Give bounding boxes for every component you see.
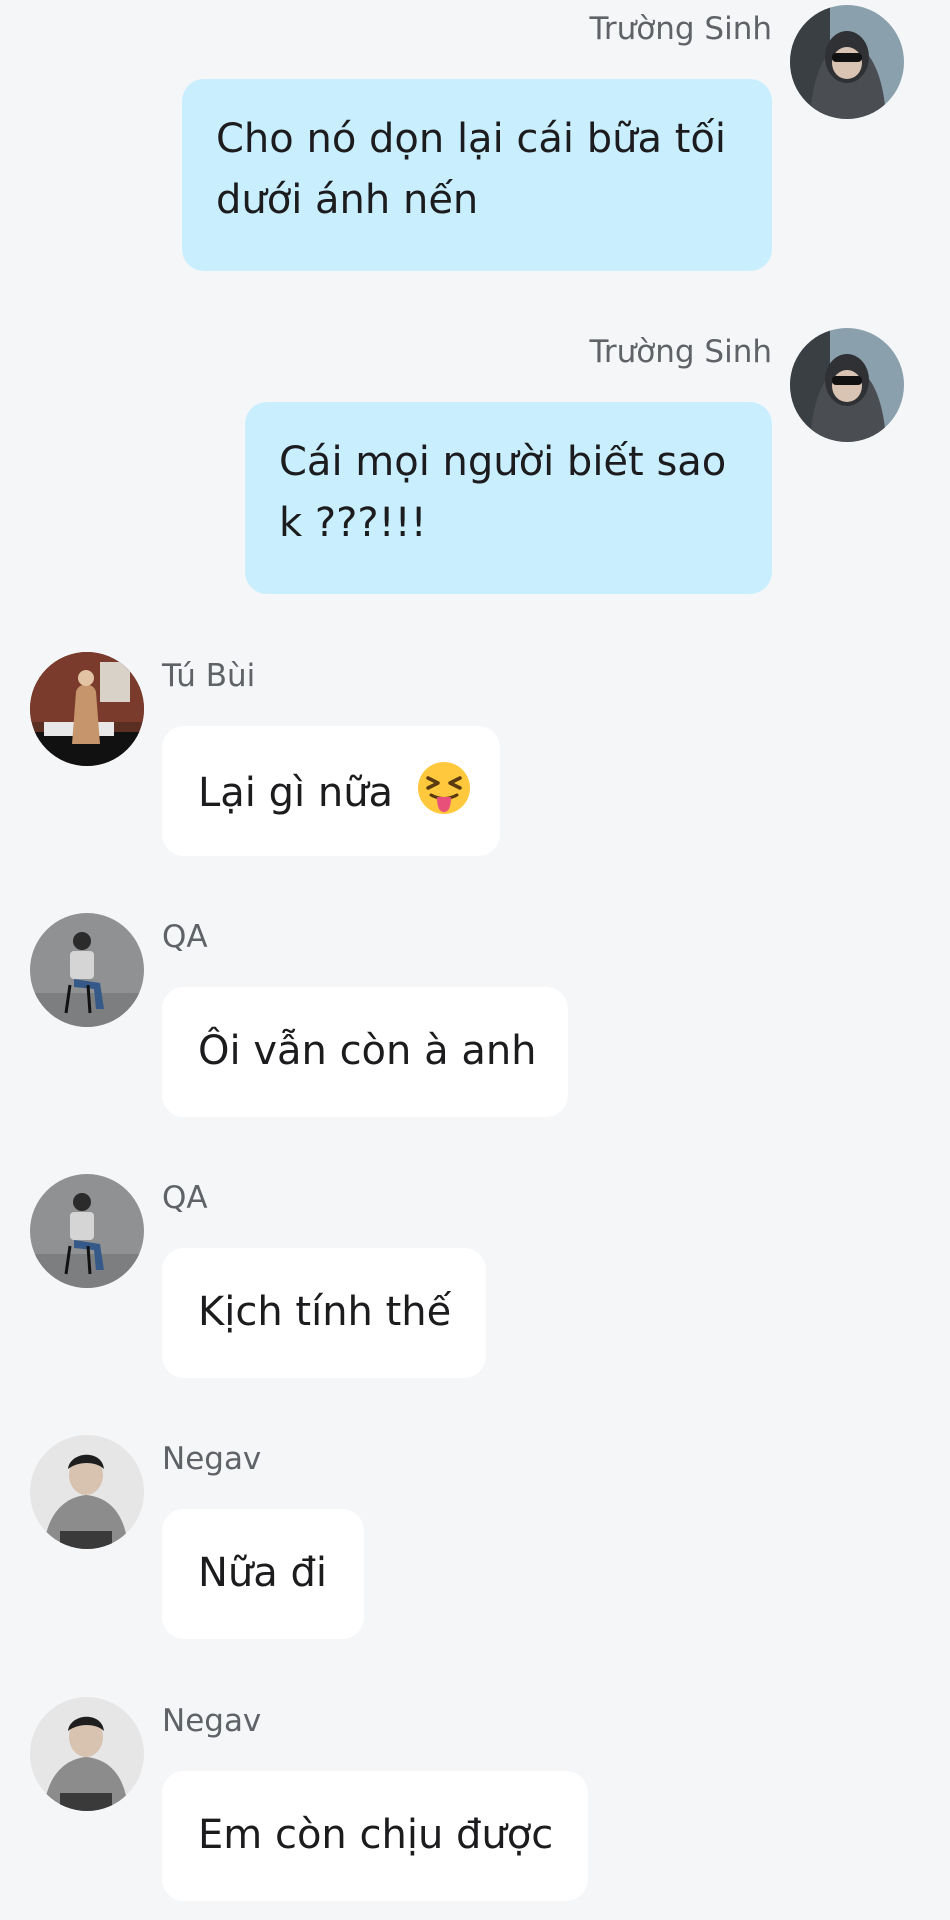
message-text: Kịch tính thế [198, 1289, 452, 1335]
avatar-image [30, 1174, 144, 1288]
avatar-negav[interactable] [30, 1435, 144, 1549]
avatar-image [30, 1697, 144, 1811]
avatar-tu-bui[interactable] [30, 652, 144, 766]
avatar-truong-sinh[interactable] [790, 328, 904, 442]
avatar-truong-sinh[interactable] [790, 5, 904, 119]
squinting-face-with-tongue-icon [417, 762, 470, 814]
chat-thread[interactable]: Trường Sinh Cho nó dọn lại cái bữa tối d… [0, 0, 950, 1920]
avatar-image [790, 328, 904, 442]
sender-name: Trường Sinh [589, 334, 772, 370]
message-bubble[interactable]: Nữa đi [162, 1509, 364, 1639]
sender-name: QA [162, 919, 208, 955]
message-text: Cho nó dọn lại cái bữa tối dưới ánh nến [216, 116, 726, 223]
avatar-negav[interactable] [30, 1697, 144, 1811]
message-text: Em còn chịu được [198, 1812, 554, 1858]
avatar-qa[interactable] [30, 1174, 144, 1288]
message-text: Cái mọi người biết sao k ???!!! [279, 439, 727, 546]
avatar-image [30, 913, 144, 1027]
message-bubble[interactable]: Em còn chịu được [162, 1771, 588, 1901]
message-text: Nữa đi [198, 1550, 328, 1596]
message-bubble[interactable]: Lại gì nữa [162, 726, 500, 856]
sender-name: QA [162, 1180, 208, 1216]
message-bubble[interactable]: Kịch tính thế [162, 1248, 486, 1378]
sender-name: Trường Sinh [589, 11, 772, 47]
sender-name: Negav [162, 1441, 262, 1477]
avatar-image [30, 1435, 144, 1549]
avatar-qa[interactable] [30, 913, 144, 1027]
avatar-image [790, 5, 904, 119]
message-bubble[interactable]: Cái mọi người biết sao k ???!!! [245, 402, 772, 594]
avatar-image [30, 652, 144, 766]
sender-name: Negav [162, 1703, 262, 1739]
message-bubble[interactable]: Cho nó dọn lại cái bữa tối dưới ánh nến [182, 79, 772, 271]
message-text: Ôi vẫn còn à anh [198, 1028, 537, 1074]
message-bubble[interactable]: Ôi vẫn còn à anh [162, 987, 568, 1117]
sender-name: Tú Bùi [162, 658, 256, 694]
message-text: Lại gì nữa [198, 770, 394, 816]
